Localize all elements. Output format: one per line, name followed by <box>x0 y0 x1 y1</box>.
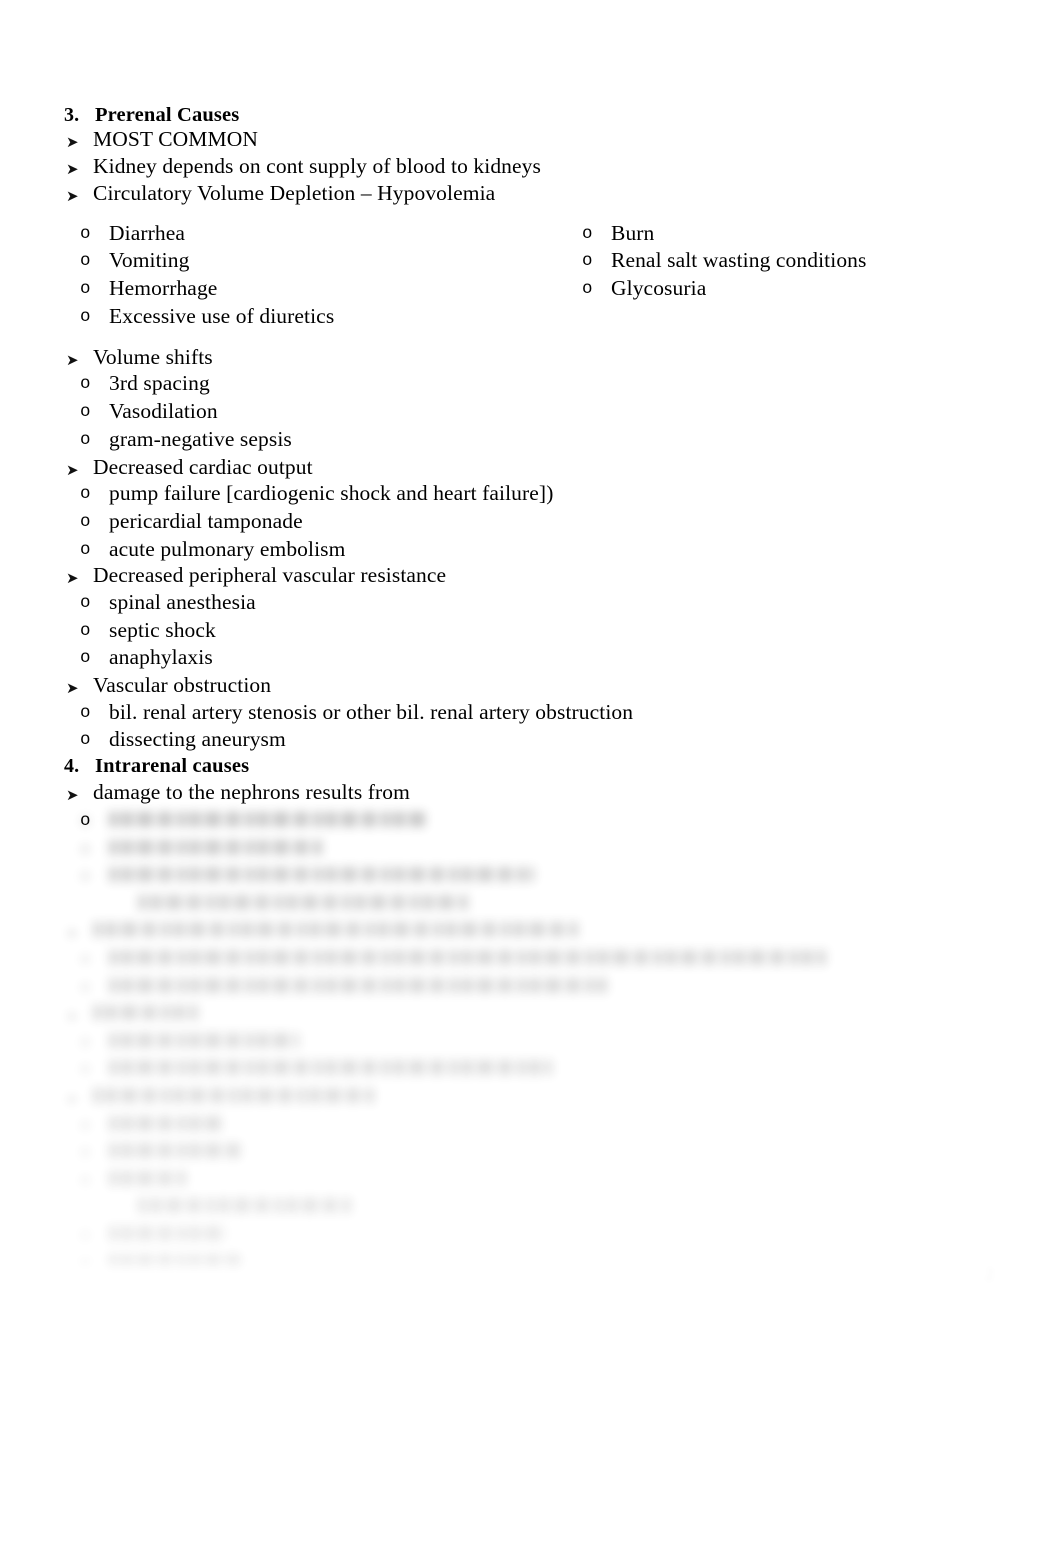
list-item: Excessive use of diuretics <box>109 304 335 328</box>
arrow-bullet-icon: ➤ <box>66 160 79 178</box>
circle-bullet-icon: o <box>80 1032 91 1053</box>
arrow-bullet-icon: ➤ <box>66 1090 79 1108</box>
circle-bullet-icon: o <box>80 811 91 831</box>
circle-bullet-icon: o <box>80 867 91 888</box>
circle-bullet-icon: o <box>80 1143 91 1164</box>
group-title: Decreased peripheral vascular resistance <box>93 563 447 587</box>
arrow-bullet-icon: ➤ <box>66 187 79 205</box>
arrow-bullet-icon: ➤ <box>66 786 79 804</box>
section-3-number: 3. <box>64 104 80 126</box>
circle-bullet-icon: o <box>80 374 91 394</box>
obscured-text-line <box>109 1143 244 1159</box>
group-title: Vascular obstruction <box>93 673 272 697</box>
document-page: 3. Prerenal Causes ➤ MOST COMMON ➤ Kidne… <box>0 0 1062 1556</box>
obscured-text-line <box>93 1005 198 1021</box>
arrow-bullet-icon: ➤ <box>66 1007 79 1026</box>
circle-bullet-icon: o <box>80 279 91 299</box>
circle-bullet-icon: o <box>80 224 91 244</box>
obscured-text-line <box>93 1088 376 1103</box>
arrow-bullet-icon: ➤ <box>66 569 79 587</box>
circle-bullet-icon: o <box>80 977 91 998</box>
circle-bullet-icon: o <box>80 307 91 327</box>
obscured-text-lines: o o o ➤ o o ➤ o o ➤ o o o o o <box>0 798 1062 1278</box>
arrow-bullet-icon: ➤ <box>66 461 79 479</box>
circle-bullet-icon: o <box>80 1170 91 1191</box>
arrow-bullet-icon: ➤ <box>66 679 79 697</box>
list-item: damage to the nephrons results from <box>93 780 410 804</box>
arrow-bullet-icon: ➤ <box>66 351 79 369</box>
circle-bullet-icon: o <box>582 224 593 244</box>
list-item: septic shock <box>109 618 216 642</box>
list-item: Diarrhea <box>109 221 185 245</box>
circle-bullet-icon: o <box>80 593 91 613</box>
list-item: Vomiting <box>109 248 190 272</box>
obscured-text-line <box>138 894 468 910</box>
list-item: 3rd spacing <box>109 371 210 395</box>
obscured-preview-region: o o o ➤ o o ➤ o o ➤ o o o o o <box>0 798 1062 1278</box>
circle-bullet-icon: o <box>80 512 91 532</box>
list-item: Glycosuria <box>611 276 707 300</box>
circle-bullet-icon: o <box>80 1253 91 1274</box>
circle-bullet-icon: o <box>80 1060 91 1081</box>
obscured-text-line <box>138 1198 353 1214</box>
circle-bullet-icon: o <box>80 621 91 641</box>
circle-bullet-icon: o <box>582 251 593 271</box>
circle-bullet-icon: o <box>80 1115 91 1136</box>
section-4-heading: Intrarenal causes <box>95 755 250 777</box>
obscured-text-line <box>109 1032 299 1048</box>
group-title: Volume shifts <box>93 345 213 369</box>
circle-bullet-icon: o <box>80 839 91 860</box>
circle-bullet-icon: o <box>80 730 91 750</box>
list-item: Hemorrhage <box>109 276 218 300</box>
obscured-text-line <box>109 1226 227 1241</box>
circle-bullet-icon: o <box>80 950 91 970</box>
obscured-text-line <box>109 1115 223 1131</box>
list-item: Vasodilation <box>109 399 218 423</box>
circle-bullet-icon: o <box>582 279 593 299</box>
list-item: MOST COMMON <box>93 127 258 151</box>
page-number: 2 <box>985 1264 994 1285</box>
list-item: spinal anesthesia <box>109 590 256 614</box>
obscured-text-line <box>109 1170 186 1186</box>
list-item: gram-negative sepsis <box>109 427 292 451</box>
obscured-text-line <box>109 812 425 827</box>
section-3-heading: Prerenal Causes <box>95 104 240 126</box>
circle-bullet-icon: o <box>80 648 91 668</box>
list-item: dissecting aneurysm <box>109 727 286 751</box>
obscured-text-line <box>109 950 826 965</box>
list-item: acute pulmonary embolism <box>109 537 346 561</box>
list-item: pump failure [cardiogenic shock and hear… <box>109 481 554 505</box>
obscured-text-line <box>109 1060 552 1076</box>
circle-bullet-icon: o <box>80 251 91 271</box>
obscured-text-line <box>109 977 607 993</box>
list-item: Burn <box>611 221 655 245</box>
list-item: Renal salt wasting conditions <box>611 248 867 272</box>
section-4-number: 4. <box>64 755 80 777</box>
arrow-bullet-icon: ➤ <box>66 133 79 151</box>
circle-bullet-icon: o <box>80 540 91 560</box>
circle-bullet-icon: o <box>80 484 91 504</box>
list-item: Circulatory Volume Depletion – Hypovolem… <box>93 181 496 205</box>
circle-bullet-icon: o <box>80 430 91 450</box>
list-item: anaphylaxis <box>109 645 213 669</box>
list-item: pericardial tamponade <box>109 509 303 533</box>
circle-bullet-icon: o <box>80 1226 91 1246</box>
arrow-bullet-icon: ➤ <box>66 924 79 943</box>
circle-bullet-icon: o <box>80 703 91 723</box>
obscured-text-line <box>93 922 580 938</box>
obscured-text-line <box>109 1253 244 1269</box>
group-title: Decreased cardiac output <box>93 455 313 479</box>
list-item: Kidney depends on cont supply of blood t… <box>93 154 541 178</box>
circle-bullet-icon: o <box>80 402 91 422</box>
list-item: bil. renal artery stenosis or other bil.… <box>109 700 634 724</box>
obscured-text-line <box>109 867 534 883</box>
obscured-text-line <box>109 839 325 855</box>
